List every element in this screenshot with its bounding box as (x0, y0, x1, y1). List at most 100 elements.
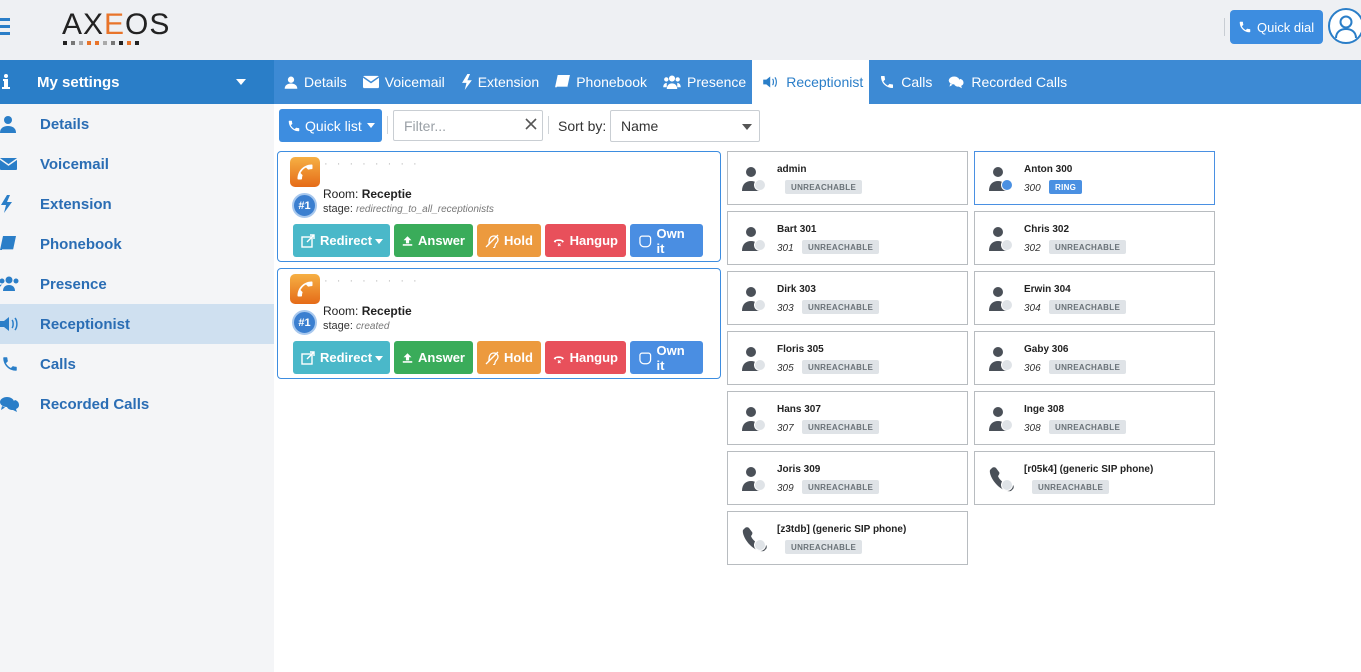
tab-calls[interactable]: Calls (869, 60, 938, 104)
own-it-button[interactable]: Own it (630, 224, 703, 257)
avatar[interactable] (1328, 8, 1361, 44)
hangup-label: Hangup (569, 350, 618, 365)
extension-name: Dirk 303 (777, 284, 816, 295)
extension-number: 308 (1024, 423, 1041, 434)
hold-label: Hold (504, 233, 533, 248)
extension-card[interactable]: [r05k4] (generic SIP phone) UNREACHABLE (974, 451, 1215, 505)
tab-details[interactable]: Details (274, 60, 353, 104)
extension-card[interactable]: Hans 307 307 UNREACHABLE (727, 391, 968, 445)
room-info: Room: Receptie (323, 304, 412, 318)
external-link-icon (301, 233, 315, 248)
own-it-button[interactable]: Own it (630, 341, 703, 374)
extension-name: Anton 300 (1024, 164, 1073, 175)
user-icon (741, 465, 769, 493)
menu-icon[interactable] (0, 18, 10, 36)
tab-presence[interactable]: Presence (653, 60, 752, 104)
room-label: Room: (323, 304, 359, 318)
extension-card[interactable]: Anton 300 300 RING (974, 151, 1215, 205)
extension-number: 305 (777, 363, 794, 374)
quick-dial-button[interactable]: Quick dial (1230, 10, 1323, 44)
tab-bar: Details Voicemail Extension Phonebook Pr… (274, 60, 1361, 104)
user-icon (741, 225, 769, 253)
queue-position-badge: #1 (292, 193, 317, 218)
sidebar-item-label: Extension (40, 195, 112, 213)
user-icon (988, 405, 1016, 433)
tab-receptionist[interactable]: Receptionist (752, 60, 870, 104)
extension-card[interactable]: Bart 301 301 UNREACHABLE (727, 211, 968, 265)
sidebar-item-label: Recorded Calls (40, 395, 150, 413)
extension-card[interactable]: Erwin 304 304 UNREACHABLE (974, 271, 1215, 325)
sidebar-item-label: Calls (40, 355, 76, 373)
users-icon (0, 276, 19, 291)
status-badge: UNREACHABLE (802, 360, 880, 374)
quick-list-button[interactable]: Quick list (279, 109, 382, 142)
extension-card[interactable]: Dirk 303 303 UNREACHABLE (727, 271, 968, 325)
stage-label: stage: (323, 320, 353, 332)
tab-label: Details (304, 74, 347, 90)
filter-input[interactable] (393, 110, 543, 141)
phone-icon (988, 465, 1016, 493)
tab-recorded-calls[interactable]: Recorded Calls (938, 60, 1073, 104)
close-icon[interactable] (524, 117, 538, 131)
phone-icon (881, 76, 894, 88)
extension-card[interactable]: Chris 302 302 UNREACHABLE (974, 211, 1215, 265)
redirect-button[interactable]: Redirect (293, 341, 390, 374)
hand-icon (639, 235, 652, 247)
incoming-call-icon (290, 274, 320, 304)
volume-icon (0, 317, 18, 331)
bolt-icon (461, 74, 472, 90)
tab-extension[interactable]: Extension (451, 60, 545, 104)
hangup-button[interactable]: Hangup (545, 341, 626, 374)
sidebar-item-calls[interactable]: Calls (0, 344, 274, 384)
answer-button[interactable]: Answer (394, 341, 473, 374)
chevron-down-icon (375, 356, 383, 361)
sort-select[interactable]: Name (610, 110, 760, 142)
status-badge: UNREACHABLE (802, 480, 880, 494)
sidebar-item-extension[interactable]: Extension (0, 184, 274, 224)
tab-voicemail[interactable]: Voicemail (353, 60, 451, 104)
hangup-button[interactable]: Hangup (545, 224, 626, 257)
hold-button[interactable]: Hold (477, 224, 541, 257)
status-badge: RING (1049, 180, 1083, 194)
divider (387, 116, 388, 134)
sidebar-item-phonebook[interactable]: Phonebook (0, 224, 274, 264)
extension-card[interactable]: Joris 309 309 UNREACHABLE (727, 451, 968, 505)
envelope-icon (0, 158, 18, 170)
extension-card[interactable]: admin UNREACHABLE (727, 151, 968, 205)
extension-card[interactable]: Gaby 306 306 UNREACHABLE (974, 331, 1215, 385)
comments-icon (949, 76, 964, 89)
chevron-down-icon[interactable] (236, 79, 246, 85)
sidebar-item-details[interactable]: Details (0, 104, 274, 144)
tab-phonebook[interactable]: Phonebook (545, 60, 653, 104)
quick-list-label: Quick list (305, 117, 362, 134)
sidebar-item-label: Voicemail (40, 155, 109, 173)
stage-value: redirecting_to_all_receptionists (356, 204, 494, 215)
extension-card[interactable]: Inge 308 308 UNREACHABLE (974, 391, 1215, 445)
hold-button[interactable]: Hold (477, 341, 541, 374)
sidebar-item-voicemail[interactable]: Voicemail (0, 144, 274, 184)
extension-card[interactable]: [z3tdb] (generic SIP phone) UNREACHABLE (727, 511, 968, 565)
sidebar-item-recorded-calls[interactable]: Recorded Calls (0, 384, 274, 424)
tab-label: Receptionist (786, 74, 864, 90)
divider (1224, 18, 1225, 36)
user-icon (284, 76, 298, 89)
user-icon (741, 405, 769, 433)
status-badge: UNREACHABLE (1049, 240, 1127, 254)
logo: AXEOS (62, 10, 170, 45)
queue-position-badge: #1 (292, 310, 317, 335)
extension-number: 304 (1024, 303, 1041, 314)
answer-button[interactable]: Answer (394, 224, 473, 257)
sidebar-header[interactable]: My settings (0, 60, 274, 104)
status-badge: UNREACHABLE (802, 240, 880, 254)
redirect-button[interactable]: Redirect (293, 224, 390, 257)
extension-card[interactable]: Floris 305 305 UNREACHABLE (727, 331, 968, 385)
sidebar-item-label: Phonebook (40, 235, 122, 253)
answer-label: Answer (418, 350, 465, 365)
quick-dial-label: Quick dial (1257, 19, 1315, 35)
user-icon (988, 345, 1016, 373)
sidebar-item-receptionist[interactable]: Receptionist (0, 304, 274, 344)
hand-icon (639, 352, 652, 364)
sort-by-label: Sort by: (558, 118, 607, 134)
sidebar-item-presence[interactable]: Presence (0, 264, 274, 304)
extension-name: [z3tdb] (generic SIP phone) (777, 524, 907, 535)
